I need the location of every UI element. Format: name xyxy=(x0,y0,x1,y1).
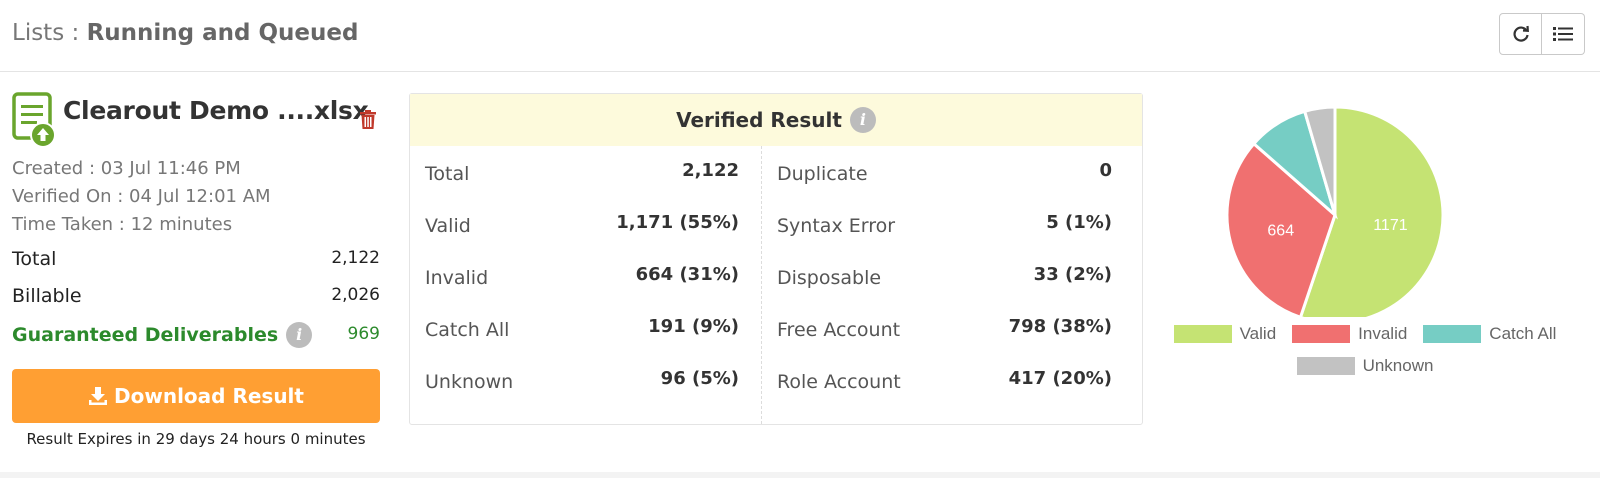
info-icon[interactable]: i xyxy=(286,322,313,348)
refresh-button[interactable] xyxy=(1499,13,1542,55)
result-pie-chart: 1171 664 xyxy=(1225,105,1445,317)
total-row: Total 2,122 xyxy=(12,248,380,270)
download-result-label: Download Result xyxy=(114,384,304,408)
result-label: Total xyxy=(425,163,470,185)
result-row-duplicate: Duplicate 0 xyxy=(762,146,1142,198)
file-name: Clearout Demo ....xlsx xyxy=(63,96,369,125)
created-date: Created : 03 Jul 11:46 PM xyxy=(12,158,241,179)
trash-icon[interactable] xyxy=(360,110,376,129)
result-value: 798 (38%) xyxy=(1008,316,1112,337)
total-value: 2,122 xyxy=(331,248,380,268)
result-label: Duplicate xyxy=(777,163,868,185)
result-row-disposable: Disposable 33 (2%) xyxy=(762,250,1142,302)
result-label: Role Account xyxy=(777,371,901,393)
page-title-prefix: Lists : xyxy=(12,20,87,46)
legend-label: Unknown xyxy=(1362,356,1434,375)
result-expiry: Result Expires in 29 days 24 hours 0 min… xyxy=(26,430,366,448)
refresh-icon xyxy=(1512,25,1529,42)
result-label: Syntax Error xyxy=(777,215,896,237)
verified-date: Verified On : 04 Jul 12:01 AM xyxy=(12,186,271,207)
result-label: Invalid xyxy=(425,267,489,289)
info-icon[interactable]: i xyxy=(849,107,876,133)
result-value: 417 (20%) xyxy=(1008,368,1112,389)
header-actions xyxy=(1499,13,1585,55)
result-value: 2,122 xyxy=(682,160,739,181)
result-row-catch-all: Catch All 191 (9%) xyxy=(410,302,761,354)
result-row-unknown: Unknown 96 (5%) xyxy=(410,354,761,406)
verified-result-right-column: Duplicate 0 Syntax Error 5 (1%) Disposable… xyxy=(762,146,1142,424)
verified-result-left-column: Total 2,122 Valid 1,171 (55%) Invalid 664 (… xyxy=(410,146,762,424)
list-view-button[interactable] xyxy=(1542,13,1585,55)
billable-label: Billable xyxy=(12,285,82,307)
result-row-invalid: Invalid 664 (31%) xyxy=(410,250,761,302)
result-value: 5 (1%) xyxy=(1046,212,1112,233)
legend-item-valid[interactable]: Valid xyxy=(1173,324,1277,344)
page-header: Lists : Running and Queued xyxy=(0,0,1600,72)
verified-result-card: Verified Result i Total 2,122 Valid 1,171 … xyxy=(409,93,1143,425)
verified-result-title: Verified Result xyxy=(676,108,842,132)
legend-item-unknown[interactable]: Unknown xyxy=(1296,356,1434,376)
result-row-role-account: Role Account 417 (20%) xyxy=(762,354,1142,406)
legend-row: Unknown xyxy=(1160,356,1570,376)
chart-legend: Valid Invalid Catch All Unknown xyxy=(1160,324,1570,388)
guaranteed-value: 969 xyxy=(347,324,380,344)
guaranteed-label: Guaranteed Deliverables xyxy=(12,324,279,346)
legend-item-invalid[interactable]: Invalid xyxy=(1292,324,1407,344)
time-taken: Time Taken : 12 minutes xyxy=(12,214,233,235)
result-value: 96 (5%) xyxy=(660,368,739,389)
result-row-valid: Valid 1,171 (55%) xyxy=(410,198,761,250)
list-panel: Clearout Demo ....xlsx Created : 03 Jul … xyxy=(0,72,1600,472)
page-title: Lists : Running and Queued xyxy=(12,20,358,46)
result-label: Catch All xyxy=(425,319,510,341)
guaranteed-deliverables-row: Guaranteed Deliverables i 969 xyxy=(12,322,380,348)
legend-row: Valid Invalid Catch All xyxy=(1160,324,1570,344)
total-label: Total xyxy=(12,248,57,270)
result-label: Disposable xyxy=(777,267,882,289)
pie-data-label: 664 xyxy=(1267,223,1294,240)
download-icon xyxy=(89,387,108,405)
result-value: 1,171 (55%) xyxy=(616,212,739,233)
pie-data-label: 1171 xyxy=(1373,217,1408,234)
result-row-total: Total 2,122 xyxy=(410,146,761,198)
legend-swatch xyxy=(1423,325,1482,343)
result-label: Free Account xyxy=(777,319,901,341)
billable-row: Billable 2,026 xyxy=(12,285,380,307)
list-icon xyxy=(1553,27,1573,41)
verified-result-header: Verified Result i xyxy=(410,94,1142,146)
result-row-free-account: Free Account 798 (38%) xyxy=(762,302,1142,354)
result-value: 33 (2%) xyxy=(1033,264,1112,285)
legend-swatch xyxy=(1296,357,1355,375)
download-result-button[interactable]: Download Result xyxy=(12,369,380,423)
billable-value: 2,026 xyxy=(331,285,380,305)
result-value: 664 (31%) xyxy=(635,264,739,285)
legend-label: Valid xyxy=(1239,324,1277,343)
legend-swatch xyxy=(1292,325,1351,343)
result-value: 0 xyxy=(1099,160,1112,181)
spreadsheet-upload-icon xyxy=(12,92,56,148)
result-label: Unknown xyxy=(425,371,514,393)
legend-label: Invalid xyxy=(1358,324,1408,343)
legend-item-catch-all[interactable]: Catch All xyxy=(1423,324,1556,344)
legend-label: Catch All xyxy=(1489,324,1557,343)
legend-swatch xyxy=(1173,325,1232,343)
result-row-syntax-error: Syntax Error 5 (1%) xyxy=(762,198,1142,250)
page-title-text: Running and Queued xyxy=(86,20,359,46)
result-label: Valid xyxy=(425,215,471,237)
result-value: 191 (9%) xyxy=(648,316,739,337)
